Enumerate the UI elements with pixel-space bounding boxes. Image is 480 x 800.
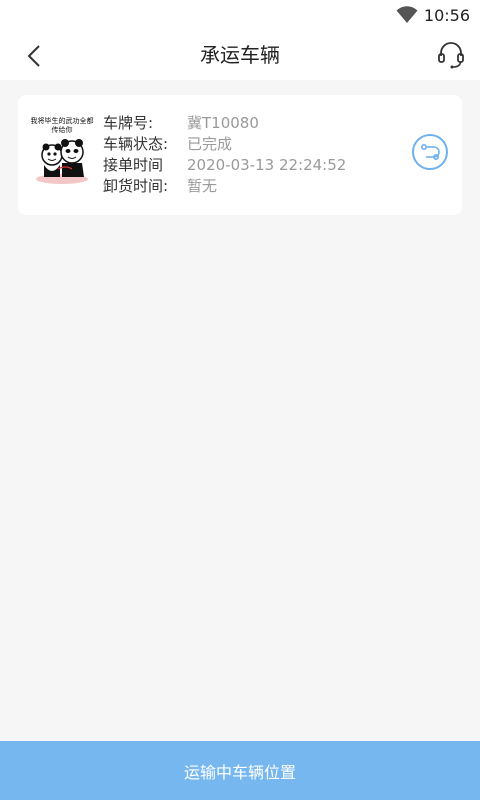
customer-service-button[interactable] xyxy=(436,40,466,70)
plate-value: 冀T10080 xyxy=(187,114,259,132)
status-row: 车辆状态: 已完成 xyxy=(103,133,346,154)
plate-label: 车牌号: xyxy=(103,114,154,132)
route-icon xyxy=(420,143,440,161)
vehicle-thumbnail: 我将毕生的武功全都传给你 xyxy=(30,117,94,189)
status-bar: 10:56 xyxy=(0,0,480,30)
unload-time-label: 卸货时间: xyxy=(103,177,169,195)
vehicle-info: 车牌号: 冀T10080 车辆状态: 已完成 接单时间 2020-03-13 2… xyxy=(103,112,346,196)
thumbnail-caption: 我将毕生的武功全都传给你 xyxy=(30,117,94,134)
route-button[interactable] xyxy=(412,134,448,170)
unload-time-value: 暂无 xyxy=(187,177,218,195)
vehicle-card[interactable]: 我将毕生的武功全都传给你 车牌号: 冀T10080 车辆状态: 已完成 接单时间… xyxy=(18,95,462,215)
plate-row: 车牌号: 冀T10080 xyxy=(103,112,346,133)
headset-icon xyxy=(438,42,464,69)
nav-bar: 承运车辆 xyxy=(0,30,480,80)
status-label: 车辆状态: xyxy=(103,135,169,153)
page-title: 承运车辆 xyxy=(200,43,280,67)
status-value: 已完成 xyxy=(187,135,233,153)
order-time-row: 接单时间 2020-03-13 22:24:52 xyxy=(103,154,346,175)
unload-time-row: 卸货时间: 暂无 xyxy=(103,175,346,196)
order-time-label: 接单时间 xyxy=(103,156,164,174)
vehicle-location-button[interactable]: 运输中车辆位置 xyxy=(0,741,480,800)
wifi-icon xyxy=(396,6,418,23)
status-time: 10:56 xyxy=(423,5,470,25)
order-time-value: 2020-03-13 22:24:52 xyxy=(187,155,347,174)
panda-meme-image xyxy=(36,139,88,184)
